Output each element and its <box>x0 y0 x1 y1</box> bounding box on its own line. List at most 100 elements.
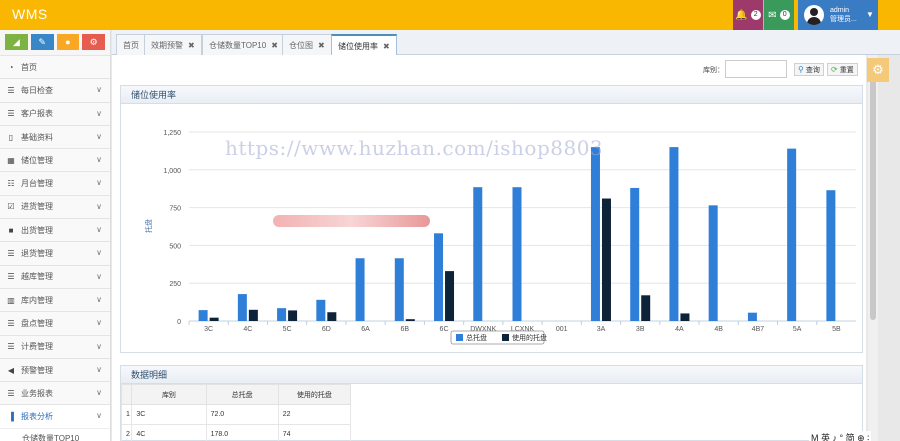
tab-bar: 首页 效期预警 ✖ 仓储数量TOP10 ✖ 仓位图 ✖ 储位使用率 ✖ <box>112 30 900 56</box>
x-tick-label: 6A <box>361 326 370 333</box>
bar-total <box>630 187 640 321</box>
chevron-down-icon: ∨ <box>96 155 102 165</box>
sidebar-item[interactable]: ☰ 盘点管理 ∨ <box>0 311 110 335</box>
query-button[interactable]: ⚲ 查询 <box>794 63 824 76</box>
users-icon[interactable]: ● <box>56 34 80 50</box>
sidebar-item[interactable]: ☰ 退货管理 ∨ <box>0 241 110 265</box>
row-warehouse: 4C <box>131 424 207 441</box>
building-icon: ▦ <box>7 155 15 165</box>
bell-icon: 🔔 <box>735 9 748 21</box>
table-row[interactable]: 2 4C 178.0 74 <box>120 424 352 441</box>
sidebar-item-label: 储位管理 <box>21 155 53 165</box>
chart-icon[interactable]: ◢ <box>5 34 28 50</box>
list-icon: ☰ <box>7 388 15 398</box>
settings-gear-icon[interactable]: ⚙ <box>867 58 889 82</box>
sidebar-item[interactable]: ☰ 业务报表 ∨ <box>0 381 110 405</box>
sidebar-item-label: 预警管理 <box>21 365 53 375</box>
warehouse-input[interactable] <box>725 60 787 78</box>
chevron-down-icon: ∨ <box>96 411 102 421</box>
tab[interactable]: 仓储数量TOP10 ✖ <box>202 34 285 55</box>
message-button[interactable]: ✉ 0 <box>764 0 794 30</box>
x-tick-label: 4B <box>714 326 723 333</box>
tab[interactable]: 首页 <box>116 34 146 55</box>
bar-used <box>680 313 690 321</box>
x-tick-label: 4A <box>675 326 684 333</box>
detail-table: 库别 总托盘 使用的托盘 1 3C 72.0 22 2 4C 178.0 74 <box>120 384 352 441</box>
brand-logo[interactable]: WMS <box>12 6 48 22</box>
sidebar-item-label: 每日检查 <box>21 85 53 95</box>
pencil-icon[interactable]: ✎ <box>30 34 54 50</box>
bar-total <box>512 187 522 321</box>
chevron-down-icon: ∨ <box>96 225 102 235</box>
sidebar-item[interactable]: ▯ 基础资料 ∨ <box>0 124 110 149</box>
sidebar-item[interactable]: ☷ 月台管理 ∨ <box>0 171 110 195</box>
tab-label: 储位使用率 <box>338 41 378 51</box>
x-tick-label: 6C <box>440 326 449 333</box>
sidebar-item-label: 计费管理 <box>21 342 53 352</box>
legend-label: 使用的托盘 <box>512 333 547 342</box>
caret-down-icon: ▼ <box>866 10 874 19</box>
close-icon[interactable]: ✖ <box>271 41 278 50</box>
sidebar-item[interactable]: ☰ 计费管理 ∨ <box>0 334 110 358</box>
watermark-text: https://www.huzhan.com/ishop8803 <box>225 136 604 160</box>
x-tick-label: 6D <box>322 326 331 333</box>
chevron-down-icon: ∨ <box>96 294 102 304</box>
user-menu[interactable]: admin 管理员... ▼ <box>798 0 878 30</box>
user-name: admin <box>830 7 850 14</box>
sidebar-item[interactable]: ▥ 库内管理 ∨ <box>0 287 110 312</box>
sidebar-item-label: 库内管理 <box>21 295 53 305</box>
close-icon[interactable]: ✖ <box>318 41 325 50</box>
bar-used <box>641 295 651 321</box>
sidebar-subitem[interactable]: 仓储数量TOP10 <box>0 427 110 441</box>
tab[interactable]: 仓位图 ✖ <box>282 34 332 55</box>
detail-panel: 数据明细 库别 总托盘 使用的托盘 1 3C 72.0 22 2 4C 178.… <box>120 365 863 441</box>
y-tick-label: 750 <box>169 206 181 213</box>
check-icon: ☑ <box>7 202 15 212</box>
tab[interactable]: 效期预警 ✖ <box>144 34 202 55</box>
sidebar-item[interactable]: ☰ 客户报表 ∨ <box>0 101 110 125</box>
detail-panel-title: 数据明细 <box>121 366 862 384</box>
notification-bell[interactable]: 🔔 2 <box>733 0 763 30</box>
sidebar-item[interactable]: ◀ 预警管理 ∨ <box>0 357 110 382</box>
tab[interactable]: 储位使用率 ✖ <box>331 34 397 56</box>
ime-toolbar[interactable]: M 英 ♪ ° 简 ⊕ ∶ <box>809 431 872 441</box>
close-icon[interactable]: ✖ <box>383 42 390 51</box>
bar-used <box>248 309 258 321</box>
legend-label: 总托盘 <box>466 333 487 342</box>
tab-label: 仓储数量TOP10 <box>209 40 267 50</box>
sidebar-item[interactable]: ■ 出货管理 ∨ <box>0 218 110 242</box>
sidebar-item[interactable]: ☰ 越库管理 ∨ <box>0 264 110 288</box>
sidebar-item[interactable]: ☰ 每日检查 ∨ <box>0 78 110 102</box>
table-header-total: 总托盘 <box>205 384 279 405</box>
chevron-down-icon: ∨ <box>96 341 102 351</box>
chevron-down-icon: ∨ <box>96 131 102 141</box>
y-tick-label: 250 <box>169 281 181 288</box>
legend-swatch <box>456 334 463 341</box>
sidebar-item-label: 客户报表 <box>21 109 53 119</box>
bar-total <box>708 205 718 321</box>
sidebar-item[interactable]: ☑ 进货管理 ∨ <box>0 194 110 219</box>
bar-total <box>473 187 483 321</box>
table-header-row: 库别 总托盘 使用的托盘 <box>120 384 352 405</box>
cogs-icon[interactable]: ⚙ <box>82 34 105 50</box>
bar-total <box>826 190 836 321</box>
sidebar-item[interactable]: ◔ 首页 <box>0 55 110 79</box>
columns-icon: ▥ <box>7 295 15 305</box>
sidebar-item-label: 越库管理 <box>21 272 53 282</box>
close-icon[interactable]: ✖ <box>188 41 195 50</box>
scrollbar-thumb[interactable] <box>870 60 876 320</box>
list-icon: ☰ <box>7 109 15 119</box>
bar-used <box>445 271 455 321</box>
table-row[interactable]: 1 3C 72.0 22 <box>120 404 352 425</box>
bar-used <box>405 319 415 321</box>
row-index: 2 <box>120 424 133 441</box>
page-scrollbar[interactable] <box>868 55 878 441</box>
notification-badge: 2 <box>750 10 761 20</box>
tab-label: 仓位图 <box>289 40 313 50</box>
bar-total <box>198 310 208 321</box>
bar-total <box>394 258 404 321</box>
sidebar-item[interactable]: ▐ 报表分析 ∨ <box>0 404 110 428</box>
reset-button[interactable]: ⟳ 重置 <box>827 63 858 76</box>
bar-total <box>237 294 247 321</box>
sidebar-item[interactable]: ▦ 储位管理 ∨ <box>0 148 110 172</box>
